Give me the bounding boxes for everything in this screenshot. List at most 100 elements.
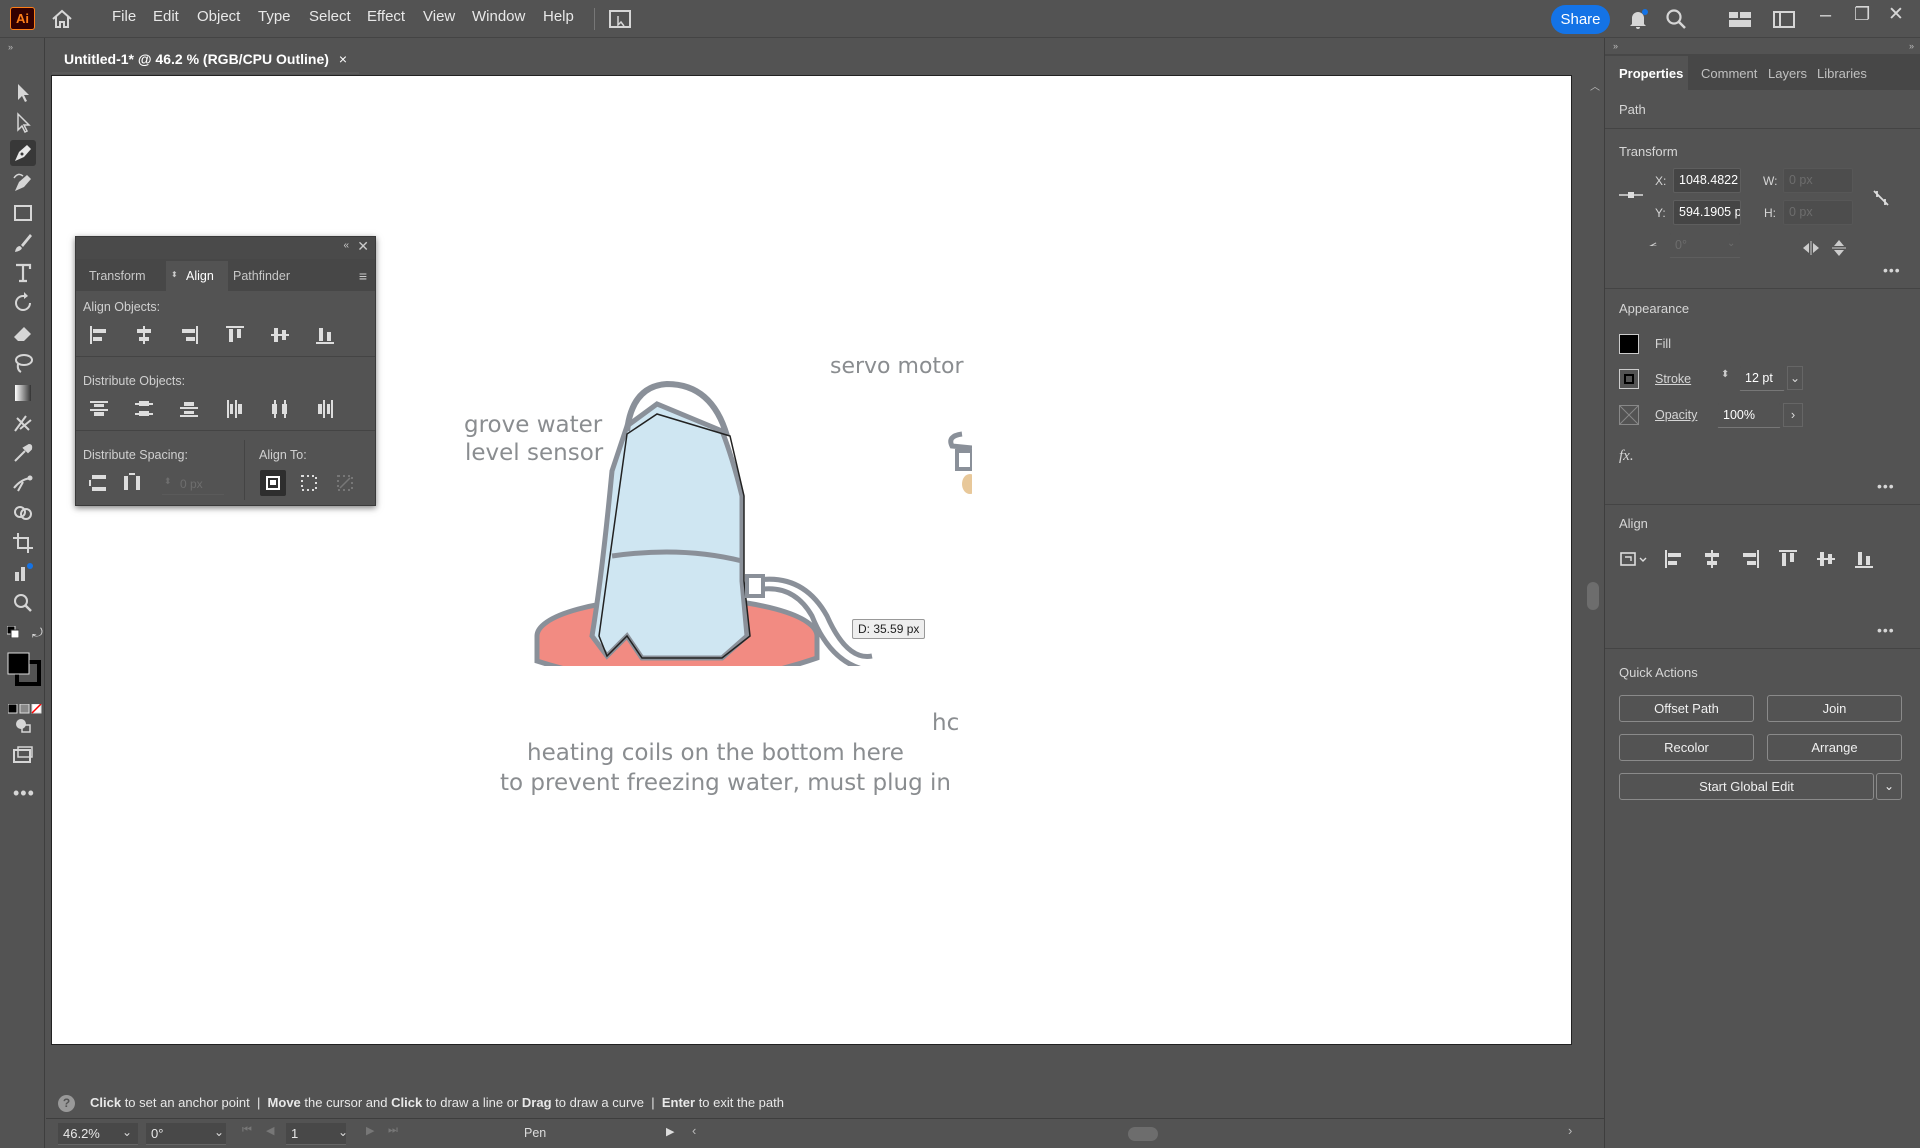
drawing-mode-icon[interactable] <box>10 712 36 738</box>
color-mode-icon[interactable] <box>7 702 42 714</box>
arrange-documents-icon[interactable] <box>608 8 632 35</box>
panel-title-bar[interactable] <box>76 237 375 259</box>
width-input[interactable]: 0 px <box>1783 168 1853 193</box>
workspace-switcher-icon[interactable] <box>1728 9 1752 34</box>
close-document-icon[interactable]: × <box>339 44 347 74</box>
default-colors-icon[interactable] <box>6 625 20 639</box>
scroll-up-icon[interactable]: ︿ <box>1590 78 1600 93</box>
flip-vertical-icon[interactable] <box>1831 238 1847 258</box>
swap-colors-icon[interactable]: ⤾ <box>32 625 43 641</box>
puppet-warp-tool-icon[interactable] <box>10 470 36 496</box>
menu-effect[interactable]: Effect <box>367 8 405 25</box>
reference-point-icon[interactable] <box>1619 188 1643 202</box>
align-to-dropdown-icon[interactable] <box>1619 546 1651 572</box>
close-window-icon[interactable]: ✕ <box>1888 3 1904 26</box>
opacity-input[interactable]: 100% <box>1717 403 1781 428</box>
distribute-vertical-center-icon[interactable] <box>131 396 157 422</box>
scroll-left-icon[interactable]: ‹ <box>692 1123 696 1138</box>
panel-align-bottom-icon[interactable] <box>1851 546 1877 572</box>
vertical-align-bottom-icon[interactable] <box>312 322 338 348</box>
fill-stroke-swatch[interactable] <box>7 652 41 686</box>
opacity-expand-icon[interactable]: › <box>1783 403 1803 427</box>
panel-align-middle-icon[interactable] <box>1813 546 1839 572</box>
paintbrush-tool-icon[interactable] <box>10 230 36 256</box>
menu-view[interactable]: View <box>423 8 455 25</box>
x-position-input[interactable]: 1048.4822 <box>1673 168 1741 193</box>
vertical-align-top-icon[interactable] <box>222 322 248 348</box>
panel-align-center-icon[interactable] <box>1699 546 1725 572</box>
menu-window[interactable]: Window <box>472 8 525 25</box>
restore-window-icon[interactable]: ❐ <box>1854 4 1870 25</box>
appearance-more-options-icon[interactable]: ••• <box>1877 478 1895 494</box>
distribute-left-icon[interactable] <box>222 396 248 422</box>
y-position-input[interactable]: 594.1905 p <box>1673 200 1741 225</box>
align-more-options-icon[interactable]: ••• <box>1877 622 1895 638</box>
status-menu-icon[interactable]: ▶ <box>666 1125 674 1138</box>
first-artboard-icon[interactable]: ⏮ <box>242 1124 252 1137</box>
height-input[interactable]: 0 px <box>1783 200 1853 225</box>
stroke-label[interactable]: Stroke <box>1655 372 1691 386</box>
distribute-bottom-icon[interactable] <box>176 396 202 422</box>
tab-layers[interactable]: Layers <box>1768 58 1807 90</box>
panel-align-left-icon[interactable] <box>1661 546 1687 572</box>
fill-swatch[interactable] <box>1619 334 1639 354</box>
selection-tool-icon[interactable] <box>10 80 36 106</box>
artboard-number-field[interactable]: 1 <box>286 1123 346 1145</box>
horizontal-distribute-space-icon[interactable] <box>119 470 145 496</box>
tab-pathfinder[interactable]: Pathfinder <box>233 261 290 291</box>
rectangle-tool-icon[interactable] <box>10 200 36 226</box>
vertical-scroll-thumb[interactable] <box>1587 582 1599 610</box>
artboard-tool-icon[interactable] <box>10 530 36 556</box>
search-icon[interactable] <box>1665 8 1687 35</box>
opacity-label[interactable]: Opacity <box>1655 408 1697 422</box>
constrain-proportions-icon[interactable] <box>1871 188 1891 208</box>
stroke-weight-stepper-icon[interactable]: ⬍ <box>1721 369 1729 380</box>
menu-type[interactable]: Type <box>258 8 291 25</box>
align-to-selection-icon[interactable] <box>296 470 322 496</box>
more-tools-icon[interactable]: ••• <box>13 783 35 804</box>
tab-transform[interactable]: Transform <box>89 261 146 291</box>
start-global-edit-button[interactable]: Start Global Edit <box>1619 773 1874 800</box>
artboard-dropdown-icon[interactable]: ⌄ <box>338 1125 348 1139</box>
tab-properties[interactable]: Properties <box>1605 56 1688 92</box>
lasso-tool-icon[interactable] <box>10 350 36 376</box>
distribute-top-icon[interactable] <box>86 396 112 422</box>
zoom-dropdown-icon[interactable]: ⌄ <box>122 1125 132 1139</box>
curvature-tool-icon[interactable] <box>10 170 36 196</box>
screen-mode-icon[interactable] <box>10 742 36 768</box>
fx-effects-button[interactable]: fx. <box>1619 448 1634 465</box>
tab-libraries[interactable]: Libraries <box>1817 58 1867 90</box>
previous-artboard-icon[interactable]: ◀ <box>266 1124 274 1137</box>
mesh-tool-icon[interactable] <box>10 410 36 436</box>
document-tab[interactable]: Untitled-1* @ 46.2 % (RGB/CPU Outline) × <box>52 44 359 74</box>
panel-align-right-icon[interactable] <box>1737 546 1763 572</box>
collapse-toolbar-icon[interactable]: » <box>8 42 13 52</box>
align-to-key-object-icon[interactable] <box>332 470 358 496</box>
vertical-align-center-icon[interactable] <box>267 322 293 348</box>
horizontal-align-left-icon[interactable] <box>86 322 112 348</box>
stroke-swatch[interactable] <box>1619 369 1639 389</box>
flip-horizontal-icon[interactable] <box>1801 240 1821 256</box>
artboard[interactable]: grove water level sensor servo motor hea… <box>51 75 1572 1045</box>
share-button[interactable]: Share <box>1551 5 1610 34</box>
notifications-bell-icon[interactable] <box>1627 8 1649 35</box>
rotation-dropdown-icon[interactable]: ⌄ <box>214 1125 224 1139</box>
vertical-scrollbar[interactable]: ︿ ﹀ <box>1584 74 1604 1118</box>
panel-menu-icon[interactable]: ≡ <box>359 268 367 284</box>
tab-comment[interactable]: Comment <box>1701 58 1757 90</box>
align-to-artboard-icon[interactable] <box>260 470 286 496</box>
menu-file[interactable]: File <box>112 8 136 25</box>
arrange-button[interactable]: Arrange <box>1767 734 1902 761</box>
distribute-horizontal-center-icon[interactable] <box>267 396 293 422</box>
horizontal-align-center-icon[interactable] <box>131 322 157 348</box>
chart-tool-icon[interactable] <box>10 560 36 586</box>
eyedropper-tool-icon[interactable] <box>10 440 36 466</box>
menu-select[interactable]: Select <box>309 8 351 25</box>
global-edit-dropdown-icon[interactable]: ⌄ <box>1876 773 1902 800</box>
panel-layout-icon[interactable] <box>1772 9 1796 34</box>
rotate-tool-icon[interactable] <box>10 290 36 316</box>
stroke-weight-input[interactable]: 12 pt <box>1739 366 1785 391</box>
expand-dock-icon[interactable]: » <box>1613 41 1618 51</box>
type-tool-icon[interactable] <box>10 260 36 286</box>
vertical-distribute-space-icon[interactable] <box>86 470 112 496</box>
